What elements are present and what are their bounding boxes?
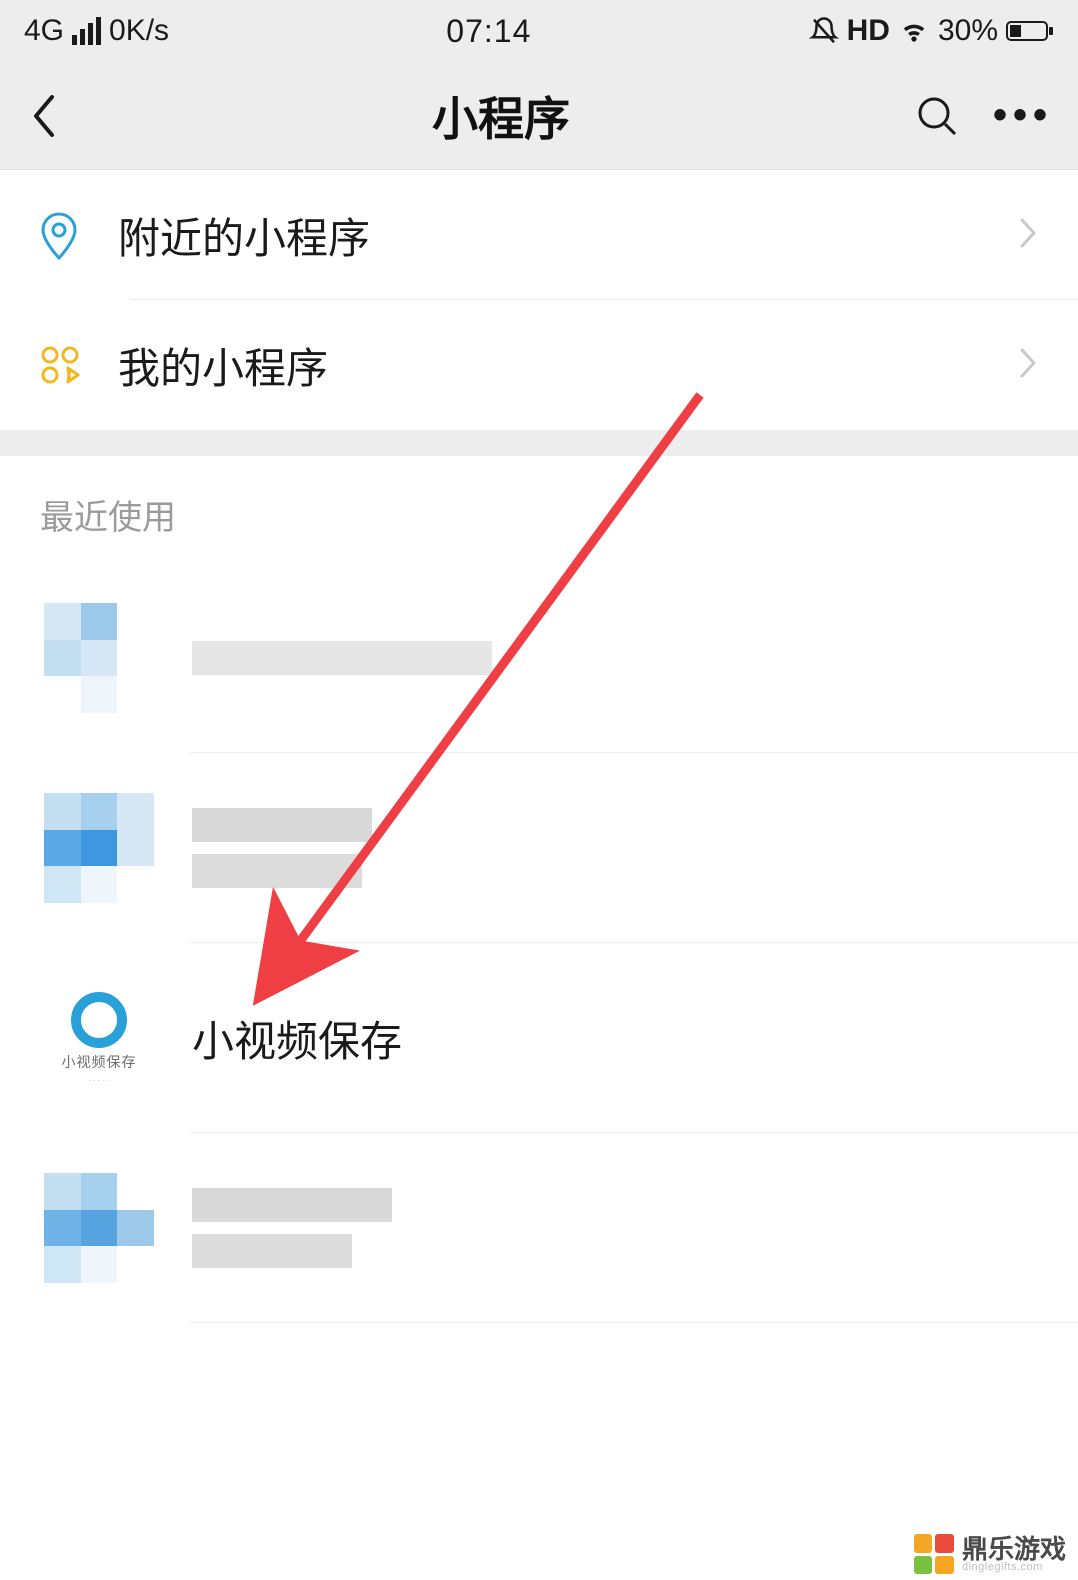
app-name-blurred xyxy=(192,1188,1078,1268)
list-item[interactable] xyxy=(0,563,1078,753)
battery-percent: 30% xyxy=(938,14,998,48)
app-avatar xyxy=(44,603,154,713)
status-left: 4G 0K/s xyxy=(24,14,169,48)
app-name: 小视频保存 xyxy=(192,1008,1078,1069)
watermark-domain: dinglegifts.com xyxy=(962,1562,1066,1573)
list-item[interactable] xyxy=(0,753,1078,943)
location-icon xyxy=(38,210,118,260)
list-item[interactable] xyxy=(0,1133,1078,1323)
avatar-subcaption: · · · · · xyxy=(88,1076,110,1085)
recent-list: 小视频保存 · · · · · 小视频保存 xyxy=(0,563,1078,1323)
watermark-brand: 鼎乐游戏 xyxy=(962,1536,1066,1562)
status-bar: 4G 0K/s 07:14 HD 30% xyxy=(0,0,1078,62)
app-name-blurred xyxy=(192,641,1078,675)
search-button[interactable] xyxy=(912,91,962,141)
mute-icon xyxy=(809,16,839,46)
chevron-right-icon xyxy=(1018,216,1038,255)
recent-title: 最近使用 xyxy=(0,456,1078,563)
status-time: 07:14 xyxy=(169,13,809,50)
menu-mine[interactable]: 我的小程序 xyxy=(0,300,1078,430)
header-actions: ••• xyxy=(912,91,1048,141)
nav-header: 小程序 ••• xyxy=(0,62,1078,170)
list-item-video-save[interactable]: 小视频保存 · · · · · 小视频保存 xyxy=(0,943,1078,1133)
menu-mine-label: 我的小程序 xyxy=(118,335,1018,396)
watermark: 鼎乐游戏 dinglegifts.com xyxy=(914,1534,1066,1574)
avatar-caption: 小视频保存 xyxy=(62,1052,137,1072)
app-avatar-video-save: 小视频保存 · · · · · xyxy=(44,983,154,1093)
back-button[interactable] xyxy=(30,86,90,146)
app-avatar xyxy=(44,793,154,903)
page-title: 小程序 xyxy=(90,83,912,149)
hd-label: HD xyxy=(847,14,890,48)
ring-icon xyxy=(71,992,127,1048)
chevron-left-icon xyxy=(30,93,58,139)
data-rate: 0K/s xyxy=(109,14,169,48)
more-button[interactable]: ••• xyxy=(998,91,1048,141)
app-avatar xyxy=(44,1173,154,1283)
menu-nearby[interactable]: 附近的小程序 xyxy=(0,170,1078,300)
section-gap xyxy=(0,430,1078,456)
watermark-logo-icon xyxy=(914,1534,954,1574)
more-icon: ••• xyxy=(993,93,1053,138)
wifi-icon xyxy=(898,15,930,47)
search-icon xyxy=(915,94,959,138)
grid-icon xyxy=(38,343,118,387)
signal-icon xyxy=(72,17,101,45)
battery-icon xyxy=(1006,19,1054,43)
status-right: HD 30% xyxy=(809,14,1054,48)
screen: 4G 0K/s 07:14 HD 30% 小程序 xyxy=(0,0,1078,1580)
app-name-blurred xyxy=(192,808,1078,888)
menu-nearby-label: 附近的小程序 xyxy=(118,205,1018,266)
network-type: 4G xyxy=(24,14,64,48)
chevron-right-icon xyxy=(1018,346,1038,385)
menu-section: 附近的小程序 我的小程序 xyxy=(0,170,1078,430)
